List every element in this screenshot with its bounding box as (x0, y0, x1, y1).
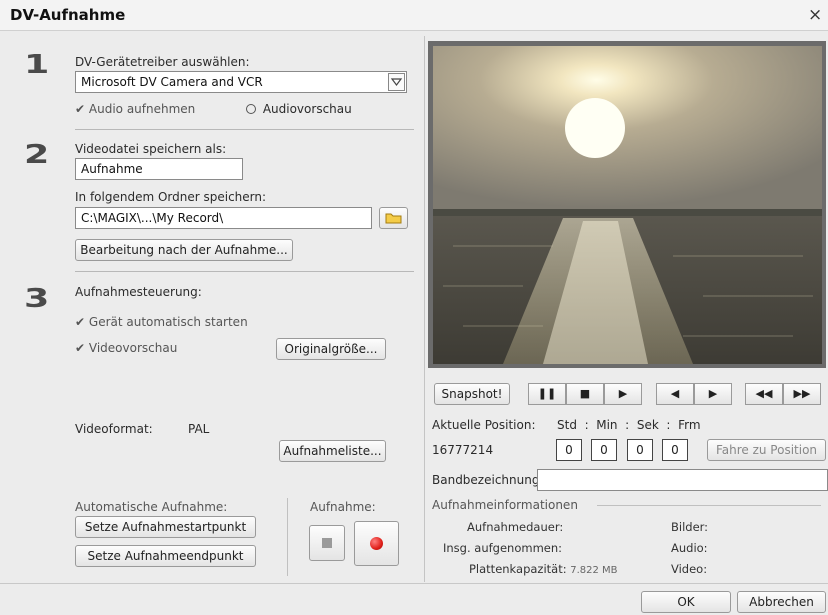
file-name-input[interactable]: Aufnahme (75, 158, 243, 180)
cancel-button[interactable]: Abbrechen (737, 591, 826, 613)
divider (75, 129, 414, 130)
record-button[interactable] (354, 521, 399, 566)
stop-icon (322, 538, 332, 548)
step-3-number: 3 (24, 284, 49, 314)
stop-button[interactable]: ■ (566, 383, 604, 405)
control-label: Aufnahmesteuerung: (75, 285, 202, 299)
set-end-point-button[interactable]: Setze Aufnahmeendpunkt (75, 545, 256, 567)
auto-record-label: Automatische Aufnahme: (75, 500, 228, 514)
close-icon[interactable]: × (808, 5, 822, 25)
play-button[interactable]: ▶ (604, 383, 642, 405)
original-size-button[interactable]: Originalgröße... (276, 338, 386, 360)
panel-separator (424, 36, 425, 582)
ok-button[interactable]: OK (641, 591, 731, 613)
step-2-number: 2 (24, 140, 49, 170)
check-icon: ✔ (75, 341, 86, 355)
pause-button[interactable]: ❚❚ (528, 383, 566, 405)
tape-label: Bandbezeichnung: (432, 473, 544, 487)
snapshot-button[interactable]: Snapshot! (434, 383, 510, 405)
frame-forward-button[interactable]: ▶ (694, 383, 732, 405)
stop-icon: ■ (579, 387, 591, 400)
divider (597, 505, 821, 506)
stop-record-button[interactable] (309, 525, 345, 561)
play-icon: ▶ (618, 387, 628, 400)
pause-icon: ❚❚ (537, 387, 557, 400)
position-value: 16777214 (432, 443, 494, 457)
audio-preview-label: Audiovorschau (262, 102, 352, 116)
frame-back-button[interactable]: ◀ (656, 383, 694, 405)
frm-input[interactable]: 0 (662, 439, 688, 461)
driver-select-value: Microsoft DV Camera and VCR (81, 75, 263, 89)
divider-vertical (287, 498, 288, 576)
total-recorded-label: Insg. aufgenommen: (443, 541, 563, 555)
browse-folder-button[interactable] (379, 207, 408, 229)
videopreview-label: Videovorschau (88, 341, 178, 355)
min-input[interactable]: 0 (591, 439, 617, 461)
folder-input[interactable]: C:\MAGIX\...\My Record\ (75, 207, 372, 229)
set-start-point-button[interactable]: Setze Aufnahmestartpunkt (75, 516, 256, 538)
autostart-label: Gerät automatisch starten (88, 315, 248, 329)
video-label: Video: (671, 562, 708, 576)
video-preview (433, 46, 822, 364)
frames-label: Bilder: (671, 520, 709, 534)
folder-label: In folgendem Ordner speichern: (75, 190, 267, 204)
fast-forward-icon: ▶▶ (793, 387, 811, 400)
chevron-down-icon[interactable] (388, 73, 405, 91)
rewind-button[interactable]: ◀◀ (745, 383, 783, 405)
info-section-title: Aufnahmeinformationen (432, 498, 578, 512)
divider (75, 271, 414, 272)
audio-label: Audio: (671, 541, 708, 555)
disk-capacity-label: Plattenkapazität: 7.822 MB (469, 562, 618, 576)
folder-icon (385, 213, 401, 224)
driver-select[interactable]: Microsoft DV Camera and VCR (75, 71, 407, 93)
duration-label: Aufnahmedauer: (467, 520, 564, 534)
rewind-icon: ◀◀ (755, 387, 773, 400)
disk-capacity-label-text: Plattenkapazität: (469, 562, 567, 576)
frame-forward-icon: ▶ (708, 387, 718, 400)
fast-forward-button[interactable]: ▶▶ (783, 383, 821, 405)
video-preview-image (433, 46, 822, 364)
tape-input[interactable] (537, 469, 828, 491)
videoformat-value: PAL (188, 422, 210, 436)
videopreview-checkbox[interactable]: ✔ Videovorschau (75, 341, 177, 355)
std-input[interactable]: 0 (556, 439, 582, 461)
radio-icon (246, 104, 256, 114)
audio-record-label: Audio aufnehmen (88, 102, 196, 116)
autostart-checkbox[interactable]: ✔ Gerät automatisch starten (75, 315, 248, 329)
driver-label: DV-Gerätetreiber auswählen: (75, 55, 250, 69)
position-label: Aktuelle Position: (432, 418, 536, 432)
file-label: Videodatei speichern als: (75, 142, 227, 156)
sek-input[interactable]: 0 (627, 439, 653, 461)
step-1-number: 1 (24, 50, 49, 80)
record-icon (370, 537, 383, 550)
window-title: DV-Aufnahme (10, 6, 126, 24)
videoformat-label: Videoformat: (75, 422, 153, 436)
check-icon: ✔ (75, 315, 86, 329)
check-icon: ✔ (75, 102, 86, 116)
record-label: Aufnahme: (310, 500, 376, 514)
audio-record-checkbox[interactable]: ✔ Audio aufnehmen (75, 102, 195, 116)
recording-list-button[interactable]: Aufnahmeliste... (279, 440, 386, 462)
edit-after-recording-button[interactable]: Bearbeitung nach der Aufnahme... (75, 239, 293, 261)
position-header: Std : Min : Sek : Frm (557, 418, 701, 432)
disk-capacity-value: 7.822 MB (570, 565, 618, 576)
goto-position-button[interactable]: Fahre zu Position (707, 439, 826, 461)
frame-back-icon: ◀ (670, 387, 680, 400)
audio-preview-radio[interactable]: Audiovorschau (246, 102, 352, 116)
